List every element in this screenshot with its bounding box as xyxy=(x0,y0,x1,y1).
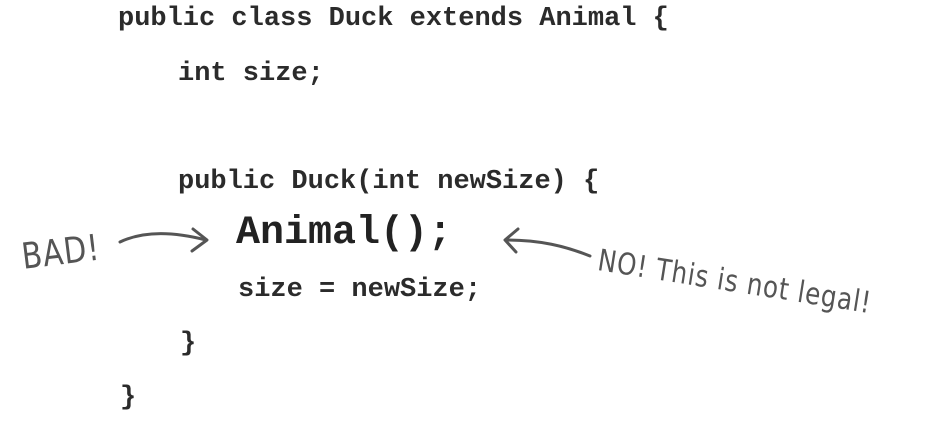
annotation-arrows xyxy=(118,227,592,258)
not-legal-arrow-icon xyxy=(504,238,592,258)
bad-arrow-icon xyxy=(118,232,208,244)
bad-arrowhead-icon xyxy=(190,227,209,253)
